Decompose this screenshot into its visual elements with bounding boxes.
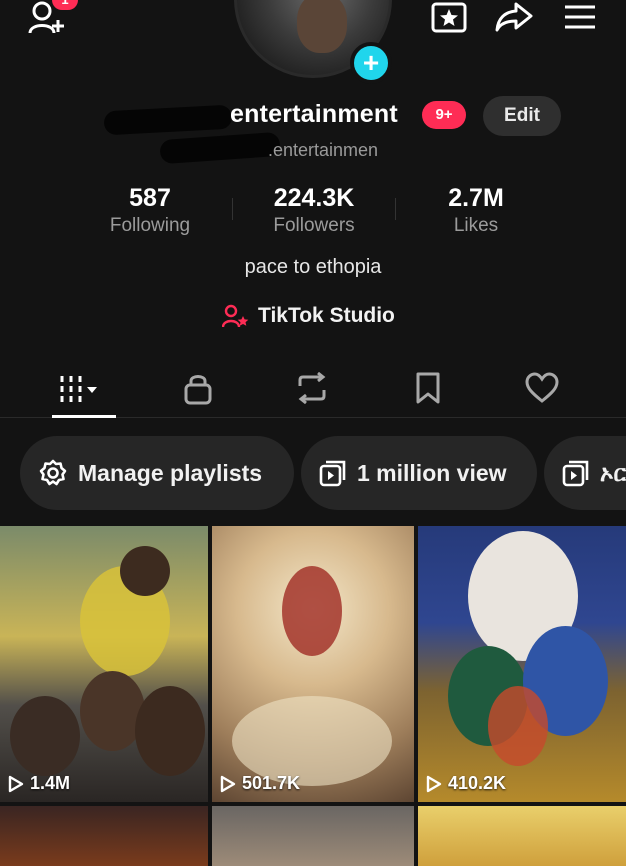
username-handle: .entertainmen xyxy=(268,140,379,160)
view-count-value: 501.7K xyxy=(242,773,301,793)
stat-label: Likes xyxy=(453,215,499,236)
studio-label: TikTok Studio xyxy=(258,304,395,327)
chip-label: 1 million view xyxy=(357,459,507,486)
person-star-icon xyxy=(222,304,249,328)
stat-label: Following xyxy=(109,215,191,236)
notification-badge: 1 xyxy=(52,0,78,10)
stat-value: 224.3K xyxy=(273,184,355,212)
lock-icon xyxy=(184,375,212,405)
display-name: entertainment xyxy=(230,100,398,128)
hamburger-menu-icon xyxy=(565,5,595,29)
video-grid: 1.4M 501.7K 410.2K xyxy=(0,526,626,866)
repost-icon xyxy=(298,372,326,404)
video-thumbnail[interactable]: 1.4M xyxy=(0,526,208,802)
view-count-value: 1.4M xyxy=(30,773,71,793)
active-tab-indicator xyxy=(52,415,116,418)
stat-label: Followers xyxy=(273,215,355,236)
playlist-chip[interactable]: 1 million view xyxy=(301,436,537,510)
view-count-value: 410.2K xyxy=(448,773,507,793)
play-icon xyxy=(8,775,24,792)
video-thumbnail[interactable] xyxy=(418,806,626,866)
notification-badge[interactable]: 9+ xyxy=(422,101,466,129)
heart-icon xyxy=(525,372,559,403)
add-friend-button[interactable]: 1 xyxy=(22,0,78,36)
chip-label: ኦር xyxy=(600,459,626,486)
tab-reposts[interactable] xyxy=(282,368,342,408)
top-bar: 1 + xyxy=(0,0,626,84)
playlist-icon xyxy=(562,460,589,487)
playlist-chips: Manage playlists 1 million view ኦር xyxy=(0,436,626,510)
profile-bio: pace to ethopia xyxy=(244,256,382,278)
play-icon xyxy=(426,775,442,792)
stat-value: 2.7M xyxy=(448,184,504,212)
view-count: 1.4M xyxy=(8,773,70,794)
gear-icon xyxy=(39,459,67,486)
tab-liked[interactable] xyxy=(512,368,572,408)
share-button[interactable] xyxy=(492,0,536,34)
chip-label: Manage playlists xyxy=(78,459,263,486)
tab-videos[interactable] xyxy=(52,368,112,408)
redaction-mark xyxy=(103,104,233,136)
playlist-chip[interactable]: ኦር xyxy=(544,436,626,510)
edit-profile-button[interactable]: Edit xyxy=(483,96,561,136)
tab-private[interactable] xyxy=(168,368,228,408)
play-icon xyxy=(220,775,236,792)
share-arrow-icon xyxy=(495,2,533,32)
grid-icon xyxy=(60,376,97,402)
stat-followers[interactable]: 224.3K Followers xyxy=(234,184,394,237)
tiktok-studio-link[interactable]: TikTok Studio xyxy=(222,304,395,328)
star-box-icon xyxy=(431,2,467,33)
video-thumbnail[interactable] xyxy=(212,806,414,866)
profile-stats: 587 Following 224.3K Followers 2.7M Like… xyxy=(0,184,626,244)
stat-value: 587 xyxy=(129,184,171,212)
video-thumbnail[interactable]: 501.7K xyxy=(212,526,414,802)
view-count: 501.7K xyxy=(220,773,300,794)
stat-likes[interactable]: 2.7M Likes xyxy=(396,184,556,237)
profile-name-row: entertainment 9+ Edit xyxy=(0,96,626,165)
content-tabs xyxy=(0,360,626,418)
stat-following[interactable]: 587 Following xyxy=(70,184,230,237)
bookmark-icon xyxy=(416,372,440,404)
playlist-icon xyxy=(319,460,346,487)
favorites-button[interactable] xyxy=(428,0,470,34)
menu-button[interactable] xyxy=(558,0,602,34)
redaction-mark xyxy=(159,131,281,165)
divider xyxy=(232,198,233,220)
video-thumbnail[interactable]: 410.2K xyxy=(418,526,626,802)
tab-saved[interactable] xyxy=(398,368,458,408)
manage-playlists-button[interactable]: Manage playlists xyxy=(20,436,294,510)
view-count: 410.2K xyxy=(426,773,506,794)
video-thumbnail[interactable] xyxy=(0,806,208,866)
add-story-button[interactable]: + xyxy=(350,42,392,84)
